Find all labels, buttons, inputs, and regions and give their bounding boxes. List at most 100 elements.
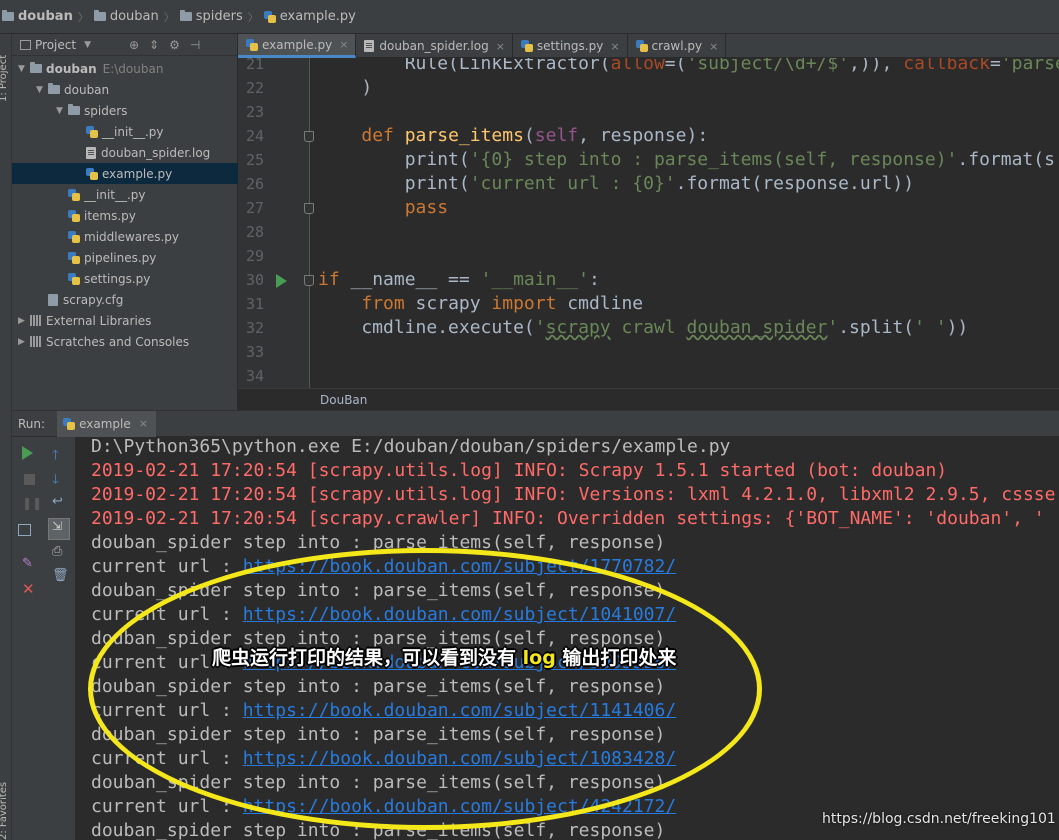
tree-item[interactable]: __init__.py [12,121,238,142]
close-icon[interactable]: × [139,417,148,430]
hide-panel-icon[interactable]: ⊣ [190,38,200,52]
rerun-button[interactable] [22,446,38,462]
close-icon[interactable]: × [709,40,718,53]
console-url-link[interactable]: https://book.douban.com/subject/1141406/ [243,700,676,721]
line-number: 21 [245,58,264,73]
chevron-down-icon[interactable]: ▼ [18,64,30,74]
console-line: 2019-02-21 17:20:54 [scrapy.crawler] INF… [91,508,1045,529]
line-number: 24 [245,127,264,145]
tree-item-label: middlewares.py [84,229,179,244]
console-url-link[interactable]: https://book.douban.com/subject/4242172/ [243,796,676,817]
tree-item[interactable]: scrapy.cfg [12,289,238,310]
close-icon[interactable]: × [339,38,348,51]
print-button[interactable]: ⎙ [52,544,68,560]
collapse-all-icon[interactable]: ⇕ [149,38,159,52]
tree-item[interactable]: middlewares.py [12,226,238,247]
scroll-end-icon: ⇲ [52,519,63,533]
fold-icon[interactable] [304,275,314,286]
code-line: ) [318,77,373,98]
chevron-down-icon[interactable]: ▼ [36,85,48,95]
tree-item[interactable]: items.py [12,205,238,226]
tree-item-label: douban_spider.log [101,145,211,160]
soft-wrap-button[interactable]: ↩ [52,494,68,510]
editor-tab[interactable]: example.py × [238,34,357,58]
pause-button[interactable]: ❚❚ [22,496,42,512]
breadcrumb-item-example-py[interactable]: example.py [263,9,356,24]
code-line: from scrapy import cmdline [361,293,644,314]
editor-tab[interactable]: douban_spider.log × [356,34,513,58]
close-run-button[interactable]: ✕ [22,580,38,598]
run-console[interactable]: D:\Python365\python.exe E:/douban/douban… [76,437,1059,840]
editor-tab-label: douban_spider.log [379,39,489,53]
line-number: 34 [245,367,264,385]
run-gutter-icon[interactable] [276,274,287,288]
console-url-link[interactable]: https://book.douban.com/subject/1770782/ [243,556,676,577]
console-url-link[interactable]: https://book.douban.com/subject/1083428/ [243,748,676,769]
chevron-right-icon: 〉 [247,10,259,24]
code-line: pass [404,197,449,218]
tree-item[interactable]: douban_spider.log [12,142,238,163]
navigation-bar: douban 〉 douban 〉 spiders 〉 example.py [0,0,1059,34]
wrap-icon: ↩ [52,494,63,509]
close-icon[interactable]: × [610,40,619,53]
pin-tab-button[interactable]: ✎ [22,556,38,572]
breadcrumb-item-spiders[interactable]: spiders [179,9,243,24]
close-icon[interactable]: × [496,40,505,53]
locate-target-icon[interactable]: ⊕ [129,38,139,52]
console-line: douban_spider step into : parse_items(se… [91,772,666,793]
editor-tab-label: settings.py [536,39,604,53]
chevron-down-icon[interactable]: ▼ [56,106,68,116]
tree-item[interactable]: pipelines.py [12,247,238,268]
play-icon [22,446,33,460]
chevron-right-icon[interactable]: ▶ [18,337,30,347]
run-panel-header: Run: example × [12,410,1059,437]
fold-icon[interactable] [304,203,314,214]
editor-scope-label[interactable]: DouBan [320,393,367,407]
folder-icon [93,10,106,21]
scroll-to-end-button[interactable]: ⇲ [48,518,70,540]
line-number: 29 [245,247,264,265]
line-number: 23 [245,103,264,121]
favorites-tool-button[interactable]: 2: Favorites [0,782,9,840]
console-line: current url : https://book.douban.com/su… [91,700,676,721]
tree-item[interactable]: ▼ douban [12,79,238,100]
tree-item[interactable]: ▼ spiders [12,100,238,121]
project-view-selector[interactable]: Project [35,38,76,52]
editor-tab-label: crawl.py [651,39,703,53]
code-editor[interactable]: 21 22 23 24 25 26 27 28 29 30 31 32 33 34 Rule(LinkEx… [238,58,1059,388]
scroll-up-button[interactable]: 🡑 [52,446,68,463]
tree-item-label: settings.py [84,271,151,286]
python-file-icon [86,125,98,138]
python-file-icon [246,38,258,51]
editor-tab[interactable]: settings.py × [513,34,628,58]
console-url-link[interactable]: https://book.douban.com/subject/1041007/ [243,604,676,625]
tree-item[interactable]: ▶ External Libraries [12,310,238,331]
chevron-right-icon[interactable]: ▶ [18,316,30,326]
code-line: if __name__ == '__main__': [318,269,600,290]
trash-icon: 🗑 [52,568,69,583]
tree-item[interactable]: settings.py [12,268,238,289]
tree-item[interactable]: __init__.py [12,184,238,205]
clear-all-button[interactable]: 🗑 [52,568,69,584]
stop-button[interactable] [22,472,38,488]
tree-item[interactable]: example.py [12,163,238,184]
console-line: douban_spider step into : parse_items(se… [91,676,666,697]
restore-layout-button[interactable] [18,524,34,540]
run-toolbar: 🡑 🡓 ❚❚ ↩ ⇲ ⎙ ✎ 🗑 ✕ [12,437,76,840]
project-tool-button[interactable]: 1: Project [0,55,9,102]
gear-icon[interactable]: ⚙ [169,38,180,52]
log-file-icon [86,146,96,159]
tree-item[interactable]: ▶ Scratches and Consoles [12,331,238,352]
fold-icon[interactable] [304,131,314,142]
console-line: 2019-02-21 17:20:54 [scrapy.utils.log] I… [91,484,1056,505]
editor-tab[interactable]: crawl.py × [628,34,727,58]
console-line: current url : https://book.douban.com/su… [91,748,676,769]
breadcrumb-item-douban[interactable]: douban [93,9,159,24]
scroll-down-button[interactable]: 🡓 [52,470,68,487]
chevron-down-icon[interactable]: ▼ [84,40,91,50]
run-tab-example[interactable]: example × [57,410,156,437]
tree-item-label: spiders [84,103,128,118]
tree-item[interactable]: ▼ douban E:\douban [12,58,238,79]
python-file-icon [63,417,76,430]
breadcrumb-item-douban-root[interactable]: douban [2,9,73,24]
